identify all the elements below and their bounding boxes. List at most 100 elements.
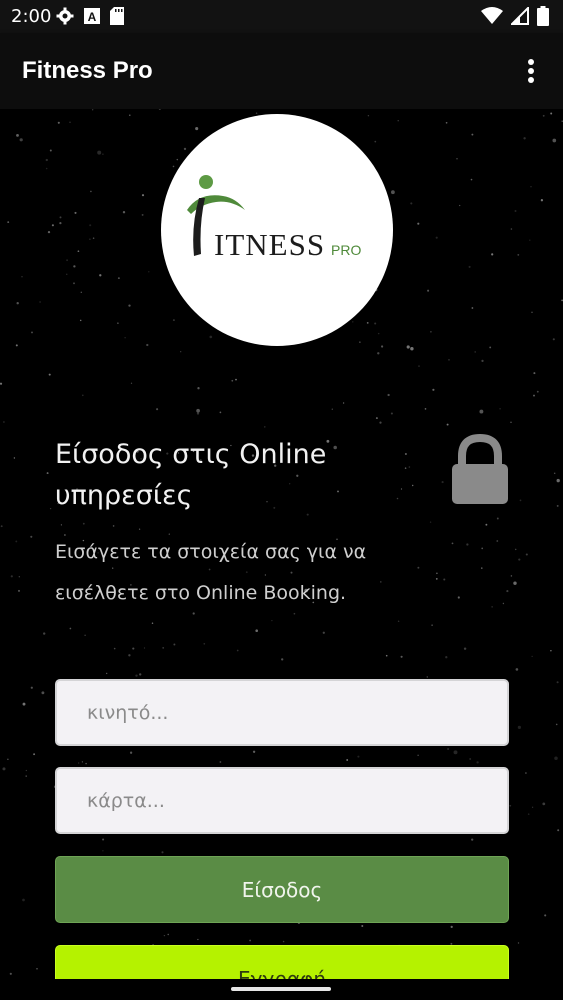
login-screen: ITNESS PRO Είσοδος στις Online υπηρεσίες… — [0, 109, 563, 979]
speckle-dot — [485, 523, 488, 526]
speckle-dot — [124, 337, 126, 339]
speckle-dot — [196, 408, 200, 413]
speckle-dot — [112, 525, 115, 527]
speckle-dot — [553, 472, 556, 475]
speckle-dot — [510, 228, 513, 230]
speckle-dot — [139, 673, 142, 676]
speckle-dot — [536, 390, 539, 393]
speckle-dot — [36, 967, 38, 970]
speckle-dot — [481, 547, 484, 550]
speckle-dot — [377, 352, 380, 355]
speckle-dot — [550, 112, 553, 115]
speckle-dot — [18, 576, 20, 578]
speckle-dot — [236, 649, 239, 652]
speckle-dot — [387, 393, 390, 397]
speckle-dot — [73, 282, 75, 285]
speckle-dot — [557, 829, 560, 832]
speckle-dot — [113, 647, 116, 650]
wifi-icon — [481, 7, 503, 24]
speckle-dot — [173, 643, 176, 646]
speckle-dot — [9, 972, 12, 975]
speckle-dot — [469, 758, 472, 760]
register-button[interactable]: Εγγραφή — [55, 945, 509, 979]
speckle-dot — [2, 767, 6, 771]
home-indicator[interactable] — [231, 987, 331, 991]
speckle-dot — [82, 394, 84, 397]
speckle-dot — [552, 338, 555, 341]
speckle-dot — [479, 409, 484, 414]
speckle-dot — [167, 933, 169, 936]
speckle-dot — [556, 478, 560, 483]
speckle-dot — [346, 759, 349, 761]
speckle-dot — [502, 602, 505, 605]
speckle-dot — [143, 647, 146, 649]
speckle-dot — [82, 522, 85, 525]
speckle-dot — [85, 762, 87, 765]
speckle-dot — [496, 517, 499, 520]
speckle-dot — [531, 806, 534, 808]
login-button[interactable]: Είσοδος — [55, 856, 509, 923]
speckle-dot — [30, 535, 33, 538]
speckle-dot — [43, 632, 46, 635]
speckle-dot — [73, 265, 76, 268]
speckle-dot — [412, 484, 414, 487]
speckle-dot — [404, 467, 407, 469]
logo-sub: PRO — [331, 242, 361, 258]
more-vert-icon — [528, 59, 534, 83]
speckle-dot — [271, 619, 273, 622]
speckle-dot — [417, 754, 419, 756]
navigation-bar — [0, 979, 563, 1000]
speckle-dot — [331, 408, 333, 410]
speckle-dot — [77, 250, 80, 253]
speckle-dot — [146, 343, 149, 347]
speckle-dot — [435, 577, 438, 580]
app-bar: Fitness Pro — [0, 33, 563, 109]
speckle-dot — [554, 756, 558, 760]
speckle-dot — [0, 382, 3, 385]
speckle-dot — [531, 311, 533, 313]
card-input[interactable] — [55, 767, 509, 834]
speckle-dot — [282, 940, 285, 943]
speckle-dot — [400, 655, 403, 658]
speckle-dot — [249, 939, 251, 942]
speckle-dot — [148, 271, 150, 273]
speckle-dot — [491, 253, 494, 256]
speckle-dot — [264, 426, 266, 428]
speckle-dot — [527, 813, 530, 815]
speckle-dot — [130, 382, 133, 384]
speckle-dot — [151, 622, 154, 624]
speckle-dot — [375, 417, 378, 420]
speckle-dot — [129, 751, 133, 754]
speckle-dot — [418, 365, 420, 368]
speckle-dot — [66, 259, 68, 262]
speckle-dot — [25, 769, 27, 772]
speckle-dot — [22, 702, 26, 706]
speckle-dot — [552, 138, 557, 143]
speckle-dot — [432, 388, 435, 391]
speckle-dot — [410, 346, 414, 351]
speckle-dot — [514, 548, 517, 551]
speckle-dot — [16, 302, 19, 305]
speckle-dot — [196, 412, 200, 415]
status-time: 2:00 — [11, 6, 52, 27]
speckle-dot — [517, 942, 520, 944]
speckle-dot — [397, 120, 399, 122]
speckle-dot — [99, 274, 102, 277]
speckle-dot — [540, 199, 544, 202]
phone-input[interactable] — [55, 679, 509, 746]
speckle-dot — [531, 655, 533, 658]
speckle-dot — [556, 504, 559, 507]
speckle-dot — [128, 654, 131, 657]
speckle-dot — [80, 291, 82, 293]
speckle-dot — [519, 499, 522, 502]
gear-icon — [56, 7, 74, 25]
speckle-dot — [459, 204, 461, 207]
speckle-dot — [74, 211, 77, 214]
speckle-dot — [141, 194, 145, 197]
more-options-button[interactable] — [519, 57, 543, 87]
speckle-dot — [342, 402, 345, 404]
speckle-dot — [39, 301, 42, 303]
speckle-dot — [533, 394, 535, 397]
speckle-dot — [322, 631, 325, 634]
speckle-dot — [203, 642, 206, 645]
